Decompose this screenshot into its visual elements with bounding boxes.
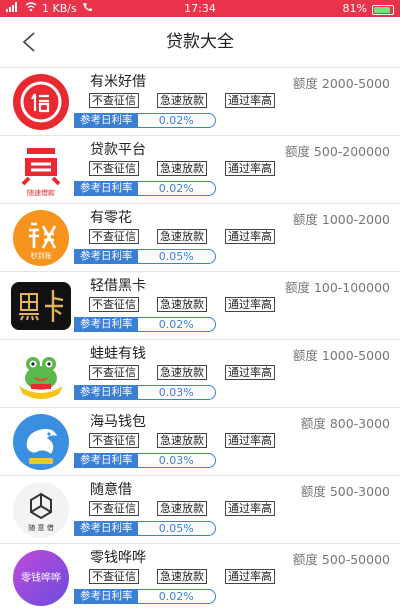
loan-limit: 额度 500-50000: [292, 552, 390, 567]
loan-tags: 不查征信 急速放款 通过率高: [89, 501, 293, 516]
loan-item-platform[interactable]: 随速借款 贷款平台 额度 500-200000 不查征信 急速放款 通过率高 参…: [0, 135, 400, 203]
loan-name: 轻借黑卡: [90, 278, 146, 294]
rate-value: 0.05%: [158, 522, 194, 535]
dai-logo-icon: 随速借款: [8, 140, 74, 200]
rate-badge: 参考日利率 0.02%: [74, 113, 216, 128]
tag-high-approval: 通过率高: [225, 297, 275, 312]
tag-high-approval: 通过率高: [225, 433, 275, 448]
loan-item-wawa[interactable]: 蛙蛙有钱 额度 1000-5000 不查征信 急速放款 通过率高 参考日利率 0…: [0, 339, 400, 407]
heika-logo-icon: [8, 276, 74, 336]
tag-no-credit-check: 不查征信: [89, 501, 139, 516]
tag-high-approval: 通过率高: [225, 229, 275, 244]
rate-value: 0.02%: [158, 114, 194, 127]
tag-no-credit-check: 不查征信: [89, 365, 139, 380]
tag-no-credit-check: 不查征信: [89, 161, 139, 176]
tag-fast-payout: 急速放款: [157, 161, 207, 176]
tag-no-credit-check: 不查征信: [89, 569, 139, 584]
rate-value: 0.02%: [158, 590, 194, 603]
loan-list: 有米好借 额度 2000-5000 不查征信 急速放款 通过率高 参考日利率 0…: [0, 67, 400, 611]
frog-logo-icon: [8, 344, 74, 404]
loan-name: 随意借: [90, 482, 132, 498]
battery-icon: [372, 5, 394, 15]
rate-value: 0.02%: [158, 182, 194, 195]
lingqian-logo-icon: 零钱哗哗: [8, 548, 74, 608]
tag-fast-payout: 急速放款: [157, 229, 207, 244]
rate-label: 参考日利率: [75, 318, 138, 331]
loan-name: 有零花: [90, 210, 132, 226]
rate-label: 参考日利率: [75, 454, 138, 467]
app-header: 贷款大全: [0, 17, 400, 67]
page-title: 贷款大全: [166, 32, 234, 52]
tag-high-approval: 通过率高: [225, 365, 275, 380]
loan-limit: 额度 800-3000: [300, 416, 390, 431]
loan-item-heika[interactable]: 轻借黑卡 额度 100-100000 不查征信 急速放款 通过率高 参考日利率 …: [0, 271, 400, 339]
tag-no-credit-check: 不查征信: [89, 229, 139, 244]
rate-label: 参考日利率: [75, 590, 138, 603]
loan-limit: 额度 100-100000: [284, 280, 390, 295]
loan-item-suiyi[interactable]: 随 意 借 随意借 额度 500-3000 不查征信 急速放款 通过率高 参考日…: [0, 475, 400, 543]
rate-badge: 参考日利率 0.02%: [74, 317, 216, 332]
rate-badge: 参考日利率 0.05%: [74, 521, 216, 536]
tag-high-approval: 通过率高: [225, 569, 275, 584]
tag-high-approval: 通过率高: [225, 93, 275, 108]
rate-value: 0.05%: [158, 250, 194, 263]
loan-tags: 不查征信 急速放款 通过率高: [89, 297, 293, 312]
loan-limit: 额度 1000-2000: [292, 212, 390, 227]
logo-subtext: 秒到账: [31, 251, 52, 260]
tag-no-credit-check: 不查征信: [89, 93, 139, 108]
loan-item-haima[interactable]: 海马钱包 额度 800-3000 不查征信 急速放款 通过率高 参考日利率 0.…: [0, 407, 400, 475]
loan-tags: 不查征信 急速放款 通过率高: [89, 365, 293, 380]
tag-high-approval: 通过率高: [225, 501, 275, 516]
loan-item-lingqian[interactable]: 零钱哗哗 零钱哗哗 额度 500-50000 不查征信 急速放款 通过率高 参考…: [0, 543, 400, 611]
rate-label: 参考日利率: [75, 182, 138, 195]
logo-subtext: 随速借款: [27, 188, 55, 197]
youmi-logo-icon: [8, 72, 74, 132]
loan-tags: 不查征信 急速放款 通过率高: [89, 569, 293, 584]
rate-badge: 参考日利率 0.02%: [74, 181, 216, 196]
logo-text: 零钱哗哗: [21, 571, 61, 584]
haima-logo-icon: [8, 412, 74, 472]
loan-name: 有米好借: [90, 74, 146, 90]
loan-name: 蛙蛙有钱: [90, 346, 146, 362]
loan-limit: 额度 500-3000: [300, 484, 390, 499]
rate-badge: 参考日利率 0.05%: [74, 249, 216, 264]
rate-badge: 参考日利率 0.03%: [74, 453, 216, 468]
rate-label: 参考日利率: [75, 386, 138, 399]
rate-label: 参考日利率: [75, 522, 138, 535]
loan-limit: 额度 500-200000: [284, 144, 390, 159]
tag-fast-payout: 急速放款: [157, 501, 207, 516]
loan-tags: 不查征信 急速放款 通过率高: [89, 229, 293, 244]
loan-item-youlinghua[interactable]: 秒到账 有零花 额度 1000-2000 不查征信 急速放款 通过率高 参考日利…: [0, 203, 400, 271]
rate-value: 0.02%: [158, 318, 194, 331]
tag-fast-payout: 急速放款: [157, 93, 207, 108]
tag-fast-payout: 急速放款: [157, 569, 207, 584]
loan-tags: 不查征信 急速放款 通过率高: [89, 433, 293, 448]
tag-fast-payout: 急速放款: [157, 297, 207, 312]
rate-value: 0.03%: [158, 454, 194, 467]
rate-label: 参考日利率: [75, 114, 138, 127]
loan-tags: 不查征信 急速放款 通过率高: [89, 161, 293, 176]
clock: 17:34: [184, 2, 216, 15]
loan-name: 贷款平台: [90, 142, 146, 158]
rate-badge: 参考日利率 0.03%: [74, 385, 216, 400]
loan-name: 海马钱包: [90, 414, 146, 430]
logo-subtext: 随 意 借: [28, 523, 53, 532]
rate-label: 参考日利率: [75, 250, 138, 263]
status-bar: 1 KB/s 17:34 81%: [0, 0, 400, 17]
loan-name: 零钱哗哗: [90, 550, 146, 566]
tag-no-credit-check: 不查征信: [89, 297, 139, 312]
loan-tags: 不查征信 急速放款 通过率高: [89, 93, 293, 108]
rate-value: 0.03%: [158, 386, 194, 399]
tag-high-approval: 通过率高: [225, 161, 275, 176]
tag-no-credit-check: 不查征信: [89, 433, 139, 448]
loan-limit: 额度 1000-5000: [292, 348, 390, 363]
rate-badge: 参考日利率 0.02%: [74, 589, 216, 604]
suiyi-logo-icon: 随 意 借: [8, 480, 74, 540]
loan-limit: 额度 2000-5000: [292, 76, 390, 91]
loan-item-youmi[interactable]: 有米好借 额度 2000-5000 不查征信 急速放款 通过率高 参考日利率 0…: [0, 67, 400, 135]
qian-logo-icon: 秒到账: [8, 208, 74, 268]
battery-percent: 81%: [342, 2, 367, 15]
tag-fast-payout: 急速放款: [157, 365, 207, 380]
tag-fast-payout: 急速放款: [157, 433, 207, 448]
